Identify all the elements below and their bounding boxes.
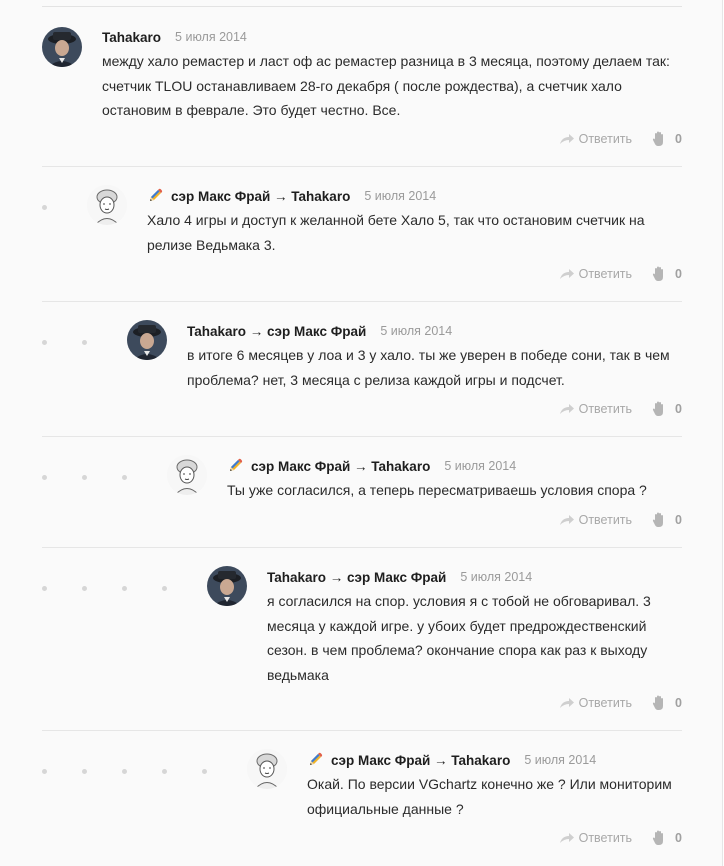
- comment-item: сэр Макс Фрай → Tahakaro 5 июля 2014 Ока…: [42, 731, 682, 866]
- avatar[interactable]: [207, 566, 247, 606]
- hand-icon: [652, 695, 664, 710]
- comment-item: Tahakaro → сэр Макс Фрай 5 июля 2014 я с…: [42, 548, 682, 731]
- comment-author[interactable]: сэр Макс Фрай → Tahakaro: [171, 189, 350, 204]
- thread-dot: [82, 586, 87, 591]
- comment-actions: Ответить 0: [559, 400, 682, 418]
- comment-text: в итоге 6 месяцев у лоа и 3 у хало. ты ж…: [187, 347, 670, 388]
- thread-dot: [42, 340, 47, 345]
- comment-date[interactable]: 5 июля 2014: [524, 753, 596, 767]
- thread-dot: [82, 475, 87, 480]
- reply-arrow-icon: [559, 134, 574, 144]
- comment-item: Tahakaro 5 июля 2014 между хало ремастер…: [42, 7, 682, 167]
- pencil-icon: [230, 458, 243, 471]
- thread-dot: [122, 586, 127, 591]
- comment-actions: Ответить 0: [559, 829, 682, 847]
- like-count: 0: [675, 402, 682, 416]
- pencil-icon: [310, 752, 323, 765]
- reply-label: Ответить: [578, 267, 633, 281]
- thread-dot: [42, 769, 47, 774]
- reply-label: Ответить: [578, 513, 633, 527]
- comment-item: сэр Макс Фрай → Tahakaro 5 июля 2014 Хал…: [42, 167, 682, 302]
- comment-meta: Tahakaro 5 июля 2014: [102, 28, 247, 46]
- comment-date[interactable]: 5 июля 2014: [380, 324, 452, 338]
- comment-author[interactable]: Tahakaro: [102, 30, 161, 45]
- reply-button[interactable]: Ответить: [559, 696, 632, 710]
- avatar[interactable]: [127, 320, 167, 360]
- reply-label: Ответить: [578, 402, 633, 416]
- thread-dot: [162, 586, 167, 591]
- reply-arrow-icon: [559, 833, 574, 843]
- comment-meta: сэр Макс Фрай → Tahakaro 5 июля 2014: [147, 187, 436, 205]
- comment-text: Окай. По версии VGchartz конечно же ? Ил…: [307, 776, 672, 817]
- reply-label: Ответить: [578, 132, 633, 146]
- comment-item: сэр Макс Фрай → Tahakaro 5 июля 2014 Ты …: [42, 437, 682, 548]
- reply-arrow-icon: [559, 269, 574, 279]
- comment-date[interactable]: 5 июля 2014: [444, 459, 516, 473]
- comments-panel: Tahakaro 5 июля 2014 между хало ремастер…: [0, 0, 723, 866]
- reply-arrow-icon: [559, 698, 574, 708]
- comment-author[interactable]: сэр Макс Фрай → Tahakaro: [331, 753, 510, 768]
- avatar[interactable]: [247, 749, 287, 789]
- comment-meta: сэр Макс Фрай → Tahakaro 5 июля 2014: [227, 457, 516, 475]
- reply-button[interactable]: Ответить: [559, 831, 632, 845]
- like-button[interactable]: 0: [652, 266, 682, 282]
- comment-date[interactable]: 5 июля 2014: [460, 570, 532, 584]
- comment-item: Tahakaro → сэр Макс Фрай 5 июля 2014 в и…: [42, 302, 682, 437]
- reply-button[interactable]: Ответить: [559, 132, 632, 146]
- reply-button[interactable]: Ответить: [559, 513, 632, 527]
- reply-arrow-icon: [559, 515, 574, 525]
- reply-label: Ответить: [578, 831, 633, 845]
- avatar[interactable]: [87, 185, 127, 225]
- thread-dot: [82, 340, 87, 345]
- thread-dot: [42, 586, 47, 591]
- thread-dot: [202, 769, 207, 774]
- like-count: 0: [675, 696, 682, 710]
- hand-icon: [652, 131, 664, 146]
- comment-author[interactable]: Tahakaro → сэр Макс Фрай: [187, 324, 366, 339]
- comment-text: я согласился на спор. условия я с тобой …: [267, 593, 651, 683]
- comment-actions: Ответить 0: [559, 511, 682, 529]
- like-button[interactable]: 0: [652, 512, 682, 528]
- reply-button[interactable]: Ответить: [559, 402, 632, 416]
- thread-dot: [42, 475, 47, 480]
- comment-actions: Ответить 0: [559, 130, 682, 148]
- pencil-icon: [150, 188, 163, 201]
- comment-actions: Ответить 0: [559, 694, 682, 712]
- like-button[interactable]: 0: [652, 131, 682, 147]
- like-button[interactable]: 0: [652, 830, 682, 846]
- hand-icon: [652, 512, 664, 527]
- comment-actions: Ответить 0: [559, 265, 682, 283]
- avatar[interactable]: [42, 27, 82, 67]
- comment-author[interactable]: Tahakaro → сэр Макс Фрай: [267, 570, 446, 585]
- hand-icon: [652, 266, 664, 281]
- thread-dot: [42, 205, 47, 210]
- like-count: 0: [675, 132, 682, 146]
- like-count: 0: [675, 513, 682, 527]
- thread-dot: [122, 769, 127, 774]
- avatar[interactable]: [167, 455, 207, 495]
- comment-date[interactable]: 5 июля 2014: [364, 189, 436, 203]
- comment-text: Хало 4 игры и доступ к желанной бете Хал…: [147, 212, 645, 253]
- comment-author[interactable]: сэр Макс Фрай → Tahakaro: [251, 459, 430, 474]
- comment-text: Ты уже согласился, а теперь пересматрива…: [227, 482, 647, 498]
- like-button[interactable]: 0: [652, 695, 682, 711]
- comment-meta: сэр Макс Фрай → Tahakaro 5 июля 2014: [307, 751, 596, 769]
- comment-meta: Tahakaro → сэр Макс Фрай 5 июля 2014: [187, 322, 452, 340]
- reply-arrow-icon: [559, 404, 574, 414]
- comment-text: между хало ремастер и ласт оф ас ремасте…: [102, 53, 670, 118]
- comment-date[interactable]: 5 июля 2014: [175, 30, 247, 44]
- reply-label: Ответить: [578, 696, 633, 710]
- like-button[interactable]: 0: [652, 401, 682, 417]
- thread-dot: [82, 769, 87, 774]
- thread-dot: [162, 769, 167, 774]
- thread-dot: [122, 475, 127, 480]
- like-count: 0: [675, 831, 682, 845]
- hand-icon: [652, 830, 664, 845]
- hand-icon: [652, 401, 664, 416]
- reply-button[interactable]: Ответить: [559, 267, 632, 281]
- comment-meta: Tahakaro → сэр Макс Фрай 5 июля 2014: [267, 568, 532, 586]
- like-count: 0: [675, 267, 682, 281]
